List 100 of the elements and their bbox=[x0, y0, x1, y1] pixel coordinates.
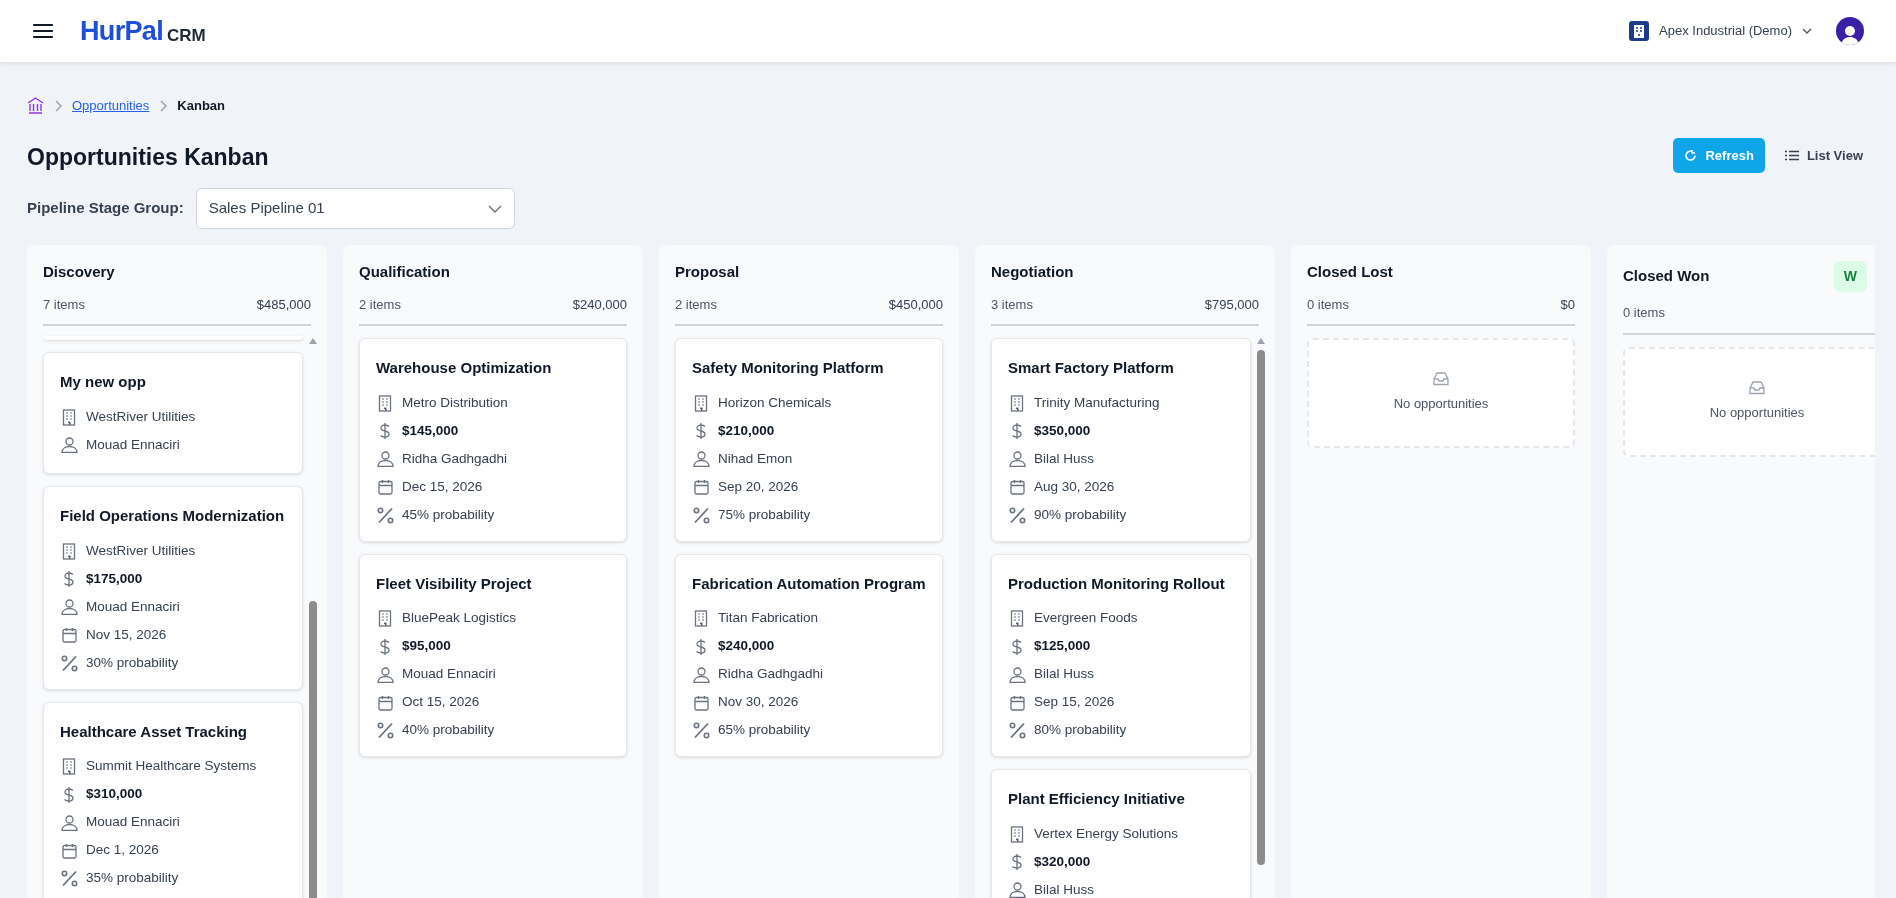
probability-text: 30% probability bbox=[86, 653, 179, 672]
calendar-icon bbox=[1009, 694, 1025, 711]
person-icon bbox=[1008, 882, 1026, 898]
card-amount: $310,000 bbox=[86, 785, 143, 804]
owner-text: Nihad Emon bbox=[718, 449, 793, 468]
owner-text: Mouad Ennaciri bbox=[402, 665, 496, 684]
user-silhouette-icon bbox=[1840, 23, 1860, 45]
date-text: Dec 15, 2026 bbox=[402, 477, 483, 496]
percent-icon bbox=[692, 506, 710, 524]
calendar-icon bbox=[377, 479, 393, 495]
item-count: 0 items bbox=[1307, 295, 1349, 314]
empty-message: No opportunities bbox=[1393, 395, 1489, 414]
card-title: Plant Efficiency Initiative bbox=[1008, 789, 1186, 809]
calendar-icon bbox=[693, 479, 709, 495]
percent-icon bbox=[1008, 506, 1026, 524]
opportunity-card[interactable]: Safety Monitoring Platform Horizon Chemicals $210,000 Nihad Emon Sep 20, 2026 75% probability bbox=[675, 338, 943, 542]
building-icon bbox=[694, 394, 708, 412]
item-count: 7 items bbox=[43, 295, 85, 314]
company-text: Metro Distribution bbox=[402, 393, 508, 412]
opportunity-card[interactable]: Warehouse Optimization Metro Distribution $145,000 Ridha Gadhgadhi Dec 15, 2026 45% probability bbox=[359, 338, 627, 542]
person-icon bbox=[60, 599, 78, 615]
opportunity-card[interactable]: Plant Efficiency Initiative Vertex Energy Solutions $320,000 Bilal Huss bbox=[991, 769, 1251, 898]
scrollbar[interactable] bbox=[309, 338, 317, 898]
user-avatar[interactable] bbox=[1836, 17, 1864, 45]
date-text: Aug 30, 2026 bbox=[1034, 477, 1115, 496]
dollar-icon bbox=[62, 570, 76, 588]
chevron-down-icon bbox=[487, 204, 502, 213]
percent-icon bbox=[376, 506, 394, 524]
owner-text: Mouad Ennaciri bbox=[86, 597, 180, 616]
opportunity-card[interactable]: Production Monitoring Rollout Evergreen Foods $125,000 Bilal Huss Sep 15, 2026 80% probability bbox=[991, 553, 1251, 757]
calendar-icon bbox=[1009, 479, 1025, 495]
opportunity-card[interactable]: Fleet Visibility Project BluePeak Logistics $95,000 Mouad Ennaciri Oct 15, 2026 40% probability bbox=[359, 553, 627, 757]
card-amount: $320,000 bbox=[1034, 852, 1091, 871]
item-count: 2 items bbox=[359, 295, 401, 314]
building-icon bbox=[378, 610, 392, 627]
company-text: Vertex Energy Solutions bbox=[1034, 824, 1179, 843]
owner-text: Bilal Huss bbox=[1034, 449, 1095, 468]
card-title: Field Operations Modernization bbox=[60, 506, 286, 526]
percent-icon bbox=[1008, 722, 1026, 739]
person-icon bbox=[692, 451, 710, 467]
card-title: Fabrication Automation Program bbox=[692, 573, 926, 594]
date-text: Dec 1, 2026 bbox=[86, 841, 159, 860]
building-icon bbox=[62, 542, 76, 560]
person-icon bbox=[692, 666, 710, 683]
person-icon bbox=[1008, 666, 1026, 683]
column-title: Closed Won bbox=[1623, 266, 1710, 287]
menu-icon bbox=[33, 23, 53, 39]
logo-subtitle: CRM bbox=[167, 26, 206, 44]
probability-text: 40% probability bbox=[402, 721, 495, 740]
company-text: Trinity Manufacturing bbox=[1034, 393, 1160, 412]
page-title: Opportunities Kanban bbox=[27, 142, 269, 172]
scroll-up-arrow-icon bbox=[309, 338, 317, 344]
column-title: Discovery bbox=[43, 262, 115, 282]
opportunity-card[interactable]: Field Operations Modernization WestRiver Utilities $175,000 Mouad Ennaciri Nov 15, 2026 30% probability bbox=[43, 486, 303, 690]
date-text: Oct 15, 2026 bbox=[402, 693, 480, 712]
card-amount: $175,000 bbox=[86, 569, 143, 588]
dollar-icon bbox=[62, 785, 76, 804]
scrollbar-thumb[interactable] bbox=[309, 601, 317, 898]
probability-text: 75% probability bbox=[718, 505, 811, 524]
dollar-icon bbox=[1010, 637, 1024, 656]
opportunity-card[interactable]: Fabrication Automation Program Titan Fabrication $240,000 Ridha Gadhgadhi Nov 30, 2026 65% probability bbox=[675, 553, 943, 757]
pipeline-select[interactable]: Sales Pipeline 01 bbox=[195, 188, 515, 229]
opportunity-card[interactable]: Smart Factory Platform Trinity Manufacturing $350,000 Bilal Huss Aug 30, 2026 90% probability bbox=[991, 338, 1251, 542]
pipeline-label: Pipeline Stage Group: bbox=[27, 198, 184, 219]
company-text: WestRiver Utilities bbox=[86, 541, 196, 560]
refresh-icon bbox=[1684, 149, 1698, 163]
breadcrumb-link[interactable]: Opportunities bbox=[72, 96, 150, 116]
company-text: Horizon Chemicals bbox=[718, 393, 832, 412]
column-title: Negotiation bbox=[991, 262, 1074, 282]
company-text: Summit Healthcare Systems bbox=[86, 757, 257, 776]
percent-icon bbox=[376, 722, 394, 739]
owner-text: Ridha Gadhgadhi bbox=[718, 665, 824, 684]
chevron-right-icon bbox=[54, 99, 62, 112]
organization-selector[interactable]: Apex Industrial (Demo) bbox=[1659, 21, 1812, 41]
date-text: Sep 15, 2026 bbox=[1034, 693, 1115, 712]
column-total: $485,000 bbox=[256, 295, 311, 314]
building-icon bbox=[378, 394, 392, 412]
date-text: Sep 20, 2026 bbox=[718, 477, 799, 496]
company-text: BluePeak Logistics bbox=[402, 609, 517, 628]
column-title: Proposal bbox=[675, 262, 740, 282]
building-icon bbox=[694, 610, 708, 627]
list-view-button[interactable]: List View bbox=[1778, 138, 1869, 174]
company-text: WestRiver Utilities bbox=[86, 407, 196, 426]
calendar-icon bbox=[61, 842, 77, 859]
card-title: Production Monitoring Rollout bbox=[1008, 573, 1226, 594]
calendar-icon bbox=[377, 694, 393, 711]
logo-text: HurPal bbox=[80, 17, 163, 45]
probability-text: 45% probability bbox=[402, 505, 495, 524]
calendar-icon bbox=[693, 694, 709, 711]
probability-text: 65% probability bbox=[718, 721, 811, 740]
scroll-up-arrow-icon bbox=[1257, 338, 1265, 344]
opportunity-card[interactable]: My new opp WestRiver Utilities Mouad Ennaciri bbox=[43, 352, 303, 474]
card-title: Smart Factory Platform bbox=[1008, 358, 1175, 378]
card-amount: $210,000 bbox=[718, 421, 775, 440]
chevron-right-icon bbox=[159, 99, 168, 112]
card-amount: $240,000 bbox=[718, 637, 775, 656]
company-text: Evergreen Foods bbox=[1034, 609, 1138, 628]
opportunity-card[interactable]: Healthcare Asset Tracking Summit Healthcare Systems $310,000 Mouad Ennaciri Dec 1, 2026 35% probability bbox=[43, 701, 303, 898]
column-total: $795,000 bbox=[1204, 295, 1259, 314]
date-text: Nov 15, 2026 bbox=[86, 625, 167, 644]
